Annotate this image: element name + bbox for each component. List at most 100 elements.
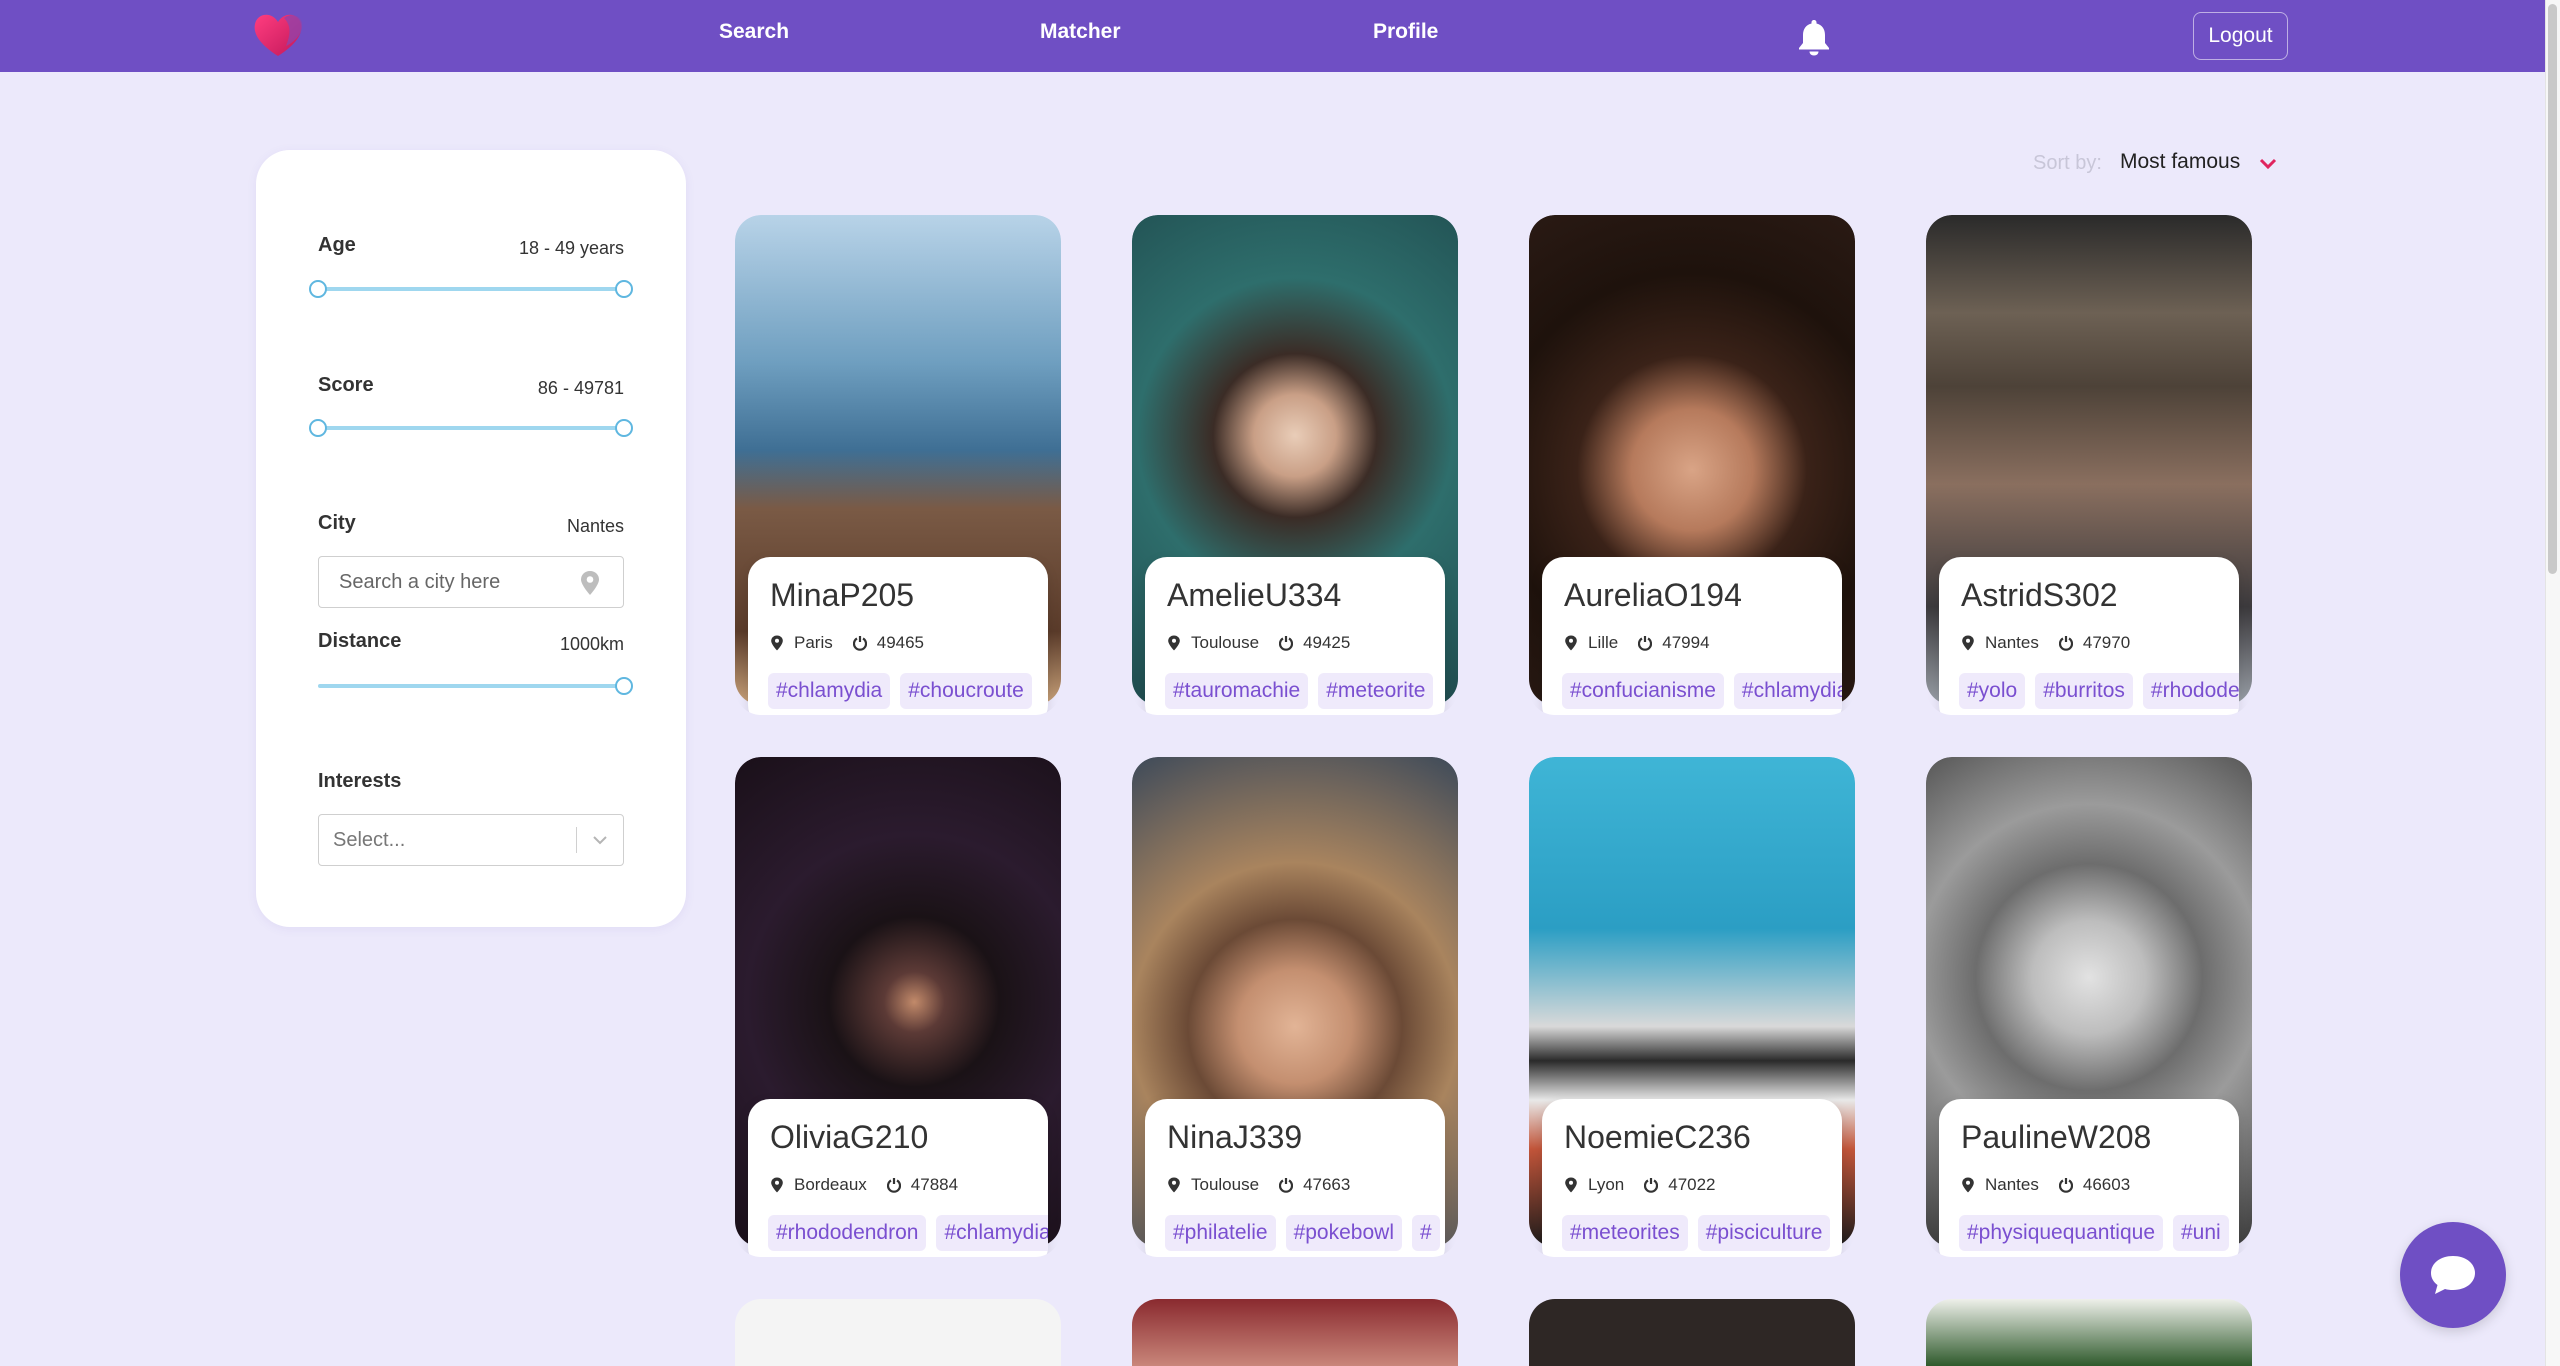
profile-card[interactable] <box>1132 1299 1458 1366</box>
interest-tag[interactable]: #burritos <box>2035 673 2133 709</box>
profile-city: Lyon <box>1588 1175 1625 1194</box>
interest-tag[interactable]: #choucroute <box>900 673 1032 709</box>
chat-button[interactable] <box>2400 1222 2506 1328</box>
profile-tags: #rhododendron #chlamydia <box>768 1215 1048 1251</box>
profile-city: Nantes <box>1985 1175 2039 1194</box>
logout-button[interactable]: Logout <box>2193 12 2288 60</box>
profile-score-value: 47663 <box>1303 1175 1351 1194</box>
interest-tag[interactable]: #uni <box>2173 1215 2229 1251</box>
age-max-handle[interactable] <box>615 280 633 298</box>
bell-icon[interactable] <box>1796 18 1832 56</box>
profile-tags: #tauromachie #meteorite <box>1165 673 1434 709</box>
score-min-handle[interactable] <box>309 419 327 437</box>
profile-card[interactable] <box>1529 1299 1855 1366</box>
age-range-value: 18 - 49 years <box>518 238 624 258</box>
interest-tag[interactable]: #confucianisme <box>1562 673 1724 709</box>
profile-score: 46603 <box>2058 1175 2130 1195</box>
profile-city: Nantes <box>1985 633 2039 652</box>
profile-card[interactable] <box>1926 1299 2252 1366</box>
profile-score: 47884 <box>886 1175 958 1195</box>
profile-info: AureliaO194 Lille 47994 #confucianisme #… <box>1542 557 1842 715</box>
distance-value: 1000km <box>559 634 624 654</box>
power-icon <box>2058 1178 2073 1193</box>
distance-label: Distance <box>318 630 402 652</box>
profile-score: 47022 <box>1644 1175 1716 1195</box>
interest-tag[interactable]: #rhododendron <box>768 1215 927 1251</box>
profile-score-value: 49425 <box>1303 633 1351 652</box>
profile-card[interactable]: MinaP205 Paris 49465 #chlamydia #choucro… <box>735 215 1061 715</box>
age-label: Age <box>318 234 356 256</box>
interest-tag[interactable]: #meteorite <box>1318 673 1434 709</box>
interest-tag[interactable]: #philatelie <box>1165 1215 1276 1251</box>
profile-card[interactable]: AstridS302 Nantes 47970 #yolo #burritos … <box>1926 215 2252 715</box>
map-pin-icon <box>1962 635 1974 651</box>
profile-info: NoemieC236 Lyon 47022 #meteorites #pisci… <box>1542 1099 1842 1257</box>
interest-tag[interactable]: #physiquequantique <box>1959 1215 2163 1251</box>
distance-slider[interactable] <box>318 684 624 688</box>
profile-card[interactable]: NinaJ339 Toulouse 47663 #philatelie #pok… <box>1132 757 1458 1257</box>
profile-tags: #chlamydia #choucroute <box>768 673 1032 709</box>
interest-tag[interactable]: #rhododendron <box>2142 673 2239 709</box>
score-range-value: 86 - 49781 <box>537 378 624 398</box>
interest-tag[interactable]: #chlamydia <box>936 1215 1048 1251</box>
profile-card[interactable]: OliviaG210 Bordeaux 47884 #rhododendron … <box>735 757 1061 1257</box>
profile-info: OliviaG210 Bordeaux 47884 #rhododendron … <box>748 1099 1048 1257</box>
filter-panel: Age 18 - 49 years Score 86 - 49781 City … <box>256 150 686 927</box>
interest-tag[interactable]: #pokebowl <box>1285 1215 1402 1251</box>
nav-matcher-link[interactable]: Matcher <box>1040 20 1121 44</box>
interests-select[interactable]: Select... <box>318 814 624 866</box>
page-scrollbar-thumb[interactable] <box>2548 4 2557 574</box>
profile-username: MinaP205 <box>770 577 915 613</box>
profile-username: NinaJ339 <box>1167 1119 1303 1155</box>
sort-label: Sort by: <box>2033 152 2102 174</box>
age-slider[interactable] <box>318 287 624 291</box>
interest-tag[interactable]: #pisciculture <box>1697 1215 1831 1251</box>
profile-username: OliviaG210 <box>770 1119 929 1155</box>
profile-city: Paris <box>794 633 833 652</box>
profile-info: AmelieU334 Toulouse 49425 #tauromachie #… <box>1145 557 1445 715</box>
interest-tag[interactable]: # <box>1411 1215 1440 1251</box>
profile-city: Lille <box>1588 633 1619 652</box>
interest-tag[interactable]: #meteorites <box>1562 1215 1688 1251</box>
score-label: Score <box>318 374 374 396</box>
heart-logo-icon[interactable] <box>250 10 306 58</box>
profile-card[interactable]: PaulineW208 Nantes 46603 #physiquequanti… <box>1926 757 2252 1257</box>
power-icon <box>886 1178 901 1193</box>
profile-score-value: 47970 <box>2082 633 2131 652</box>
profile-meta: Nantes 46603 <box>1961 1175 2130 1195</box>
chat-bubble-icon <box>2431 1256 2475 1294</box>
map-pin-icon <box>1565 635 1577 651</box>
chevron-down-icon[interactable] <box>2256 152 2280 176</box>
chevron-down-icon[interactable] <box>589 829 611 851</box>
interest-tag[interactable]: #chlamydia <box>768 673 891 709</box>
profile-tags: #physiquequantique #uni <box>1959 1215 2229 1251</box>
profile-meta: Toulouse 47663 <box>1167 1175 1350 1195</box>
nav-search-link[interactable]: Search <box>719 20 789 44</box>
interests-label: Interests <box>318 770 402 792</box>
power-icon <box>1279 636 1294 651</box>
nav-profile-link[interactable]: Profile <box>1373 20 1438 44</box>
profile-tags: #meteorites #pisciculture <box>1562 1215 1831 1251</box>
power-icon <box>2058 636 2073 651</box>
power-icon <box>1279 1178 1294 1193</box>
age-min-handle[interactable] <box>309 280 327 298</box>
profile-meta: Lyon 47022 <box>1564 1175 1716 1195</box>
score-max-handle[interactable] <box>615 419 633 437</box>
interests-placeholder: Select... <box>333 829 406 851</box>
interest-tag[interactable]: #yolo <box>1959 673 2026 709</box>
distance-handle[interactable] <box>615 677 633 695</box>
map-pin-icon <box>581 571 599 595</box>
interest-tag[interactable]: #tauromachie <box>1165 673 1309 709</box>
interest-tag[interactable]: #chlamydia <box>1733 673 1842 709</box>
profile-username: NoemieC236 <box>1564 1119 1751 1155</box>
map-pin-icon <box>771 635 783 651</box>
profile-username: PaulineW208 <box>1961 1119 2152 1155</box>
profile-card[interactable]: AureliaO194 Lille 47994 #confucianisme #… <box>1529 215 1855 715</box>
sort-dropdown[interactable]: Most famous <box>2120 150 2240 174</box>
profile-card[interactable]: NoemieC236 Lyon 47022 #meteorites #pisci… <box>1529 757 1855 1257</box>
score-slider[interactable] <box>318 426 624 430</box>
profile-card[interactable] <box>735 1299 1061 1366</box>
profile-card[interactable]: AmelieU334 Toulouse 49425 #tauromachie #… <box>1132 215 1458 715</box>
map-pin-icon <box>1962 1177 1974 1193</box>
map-pin-icon <box>1168 635 1180 651</box>
